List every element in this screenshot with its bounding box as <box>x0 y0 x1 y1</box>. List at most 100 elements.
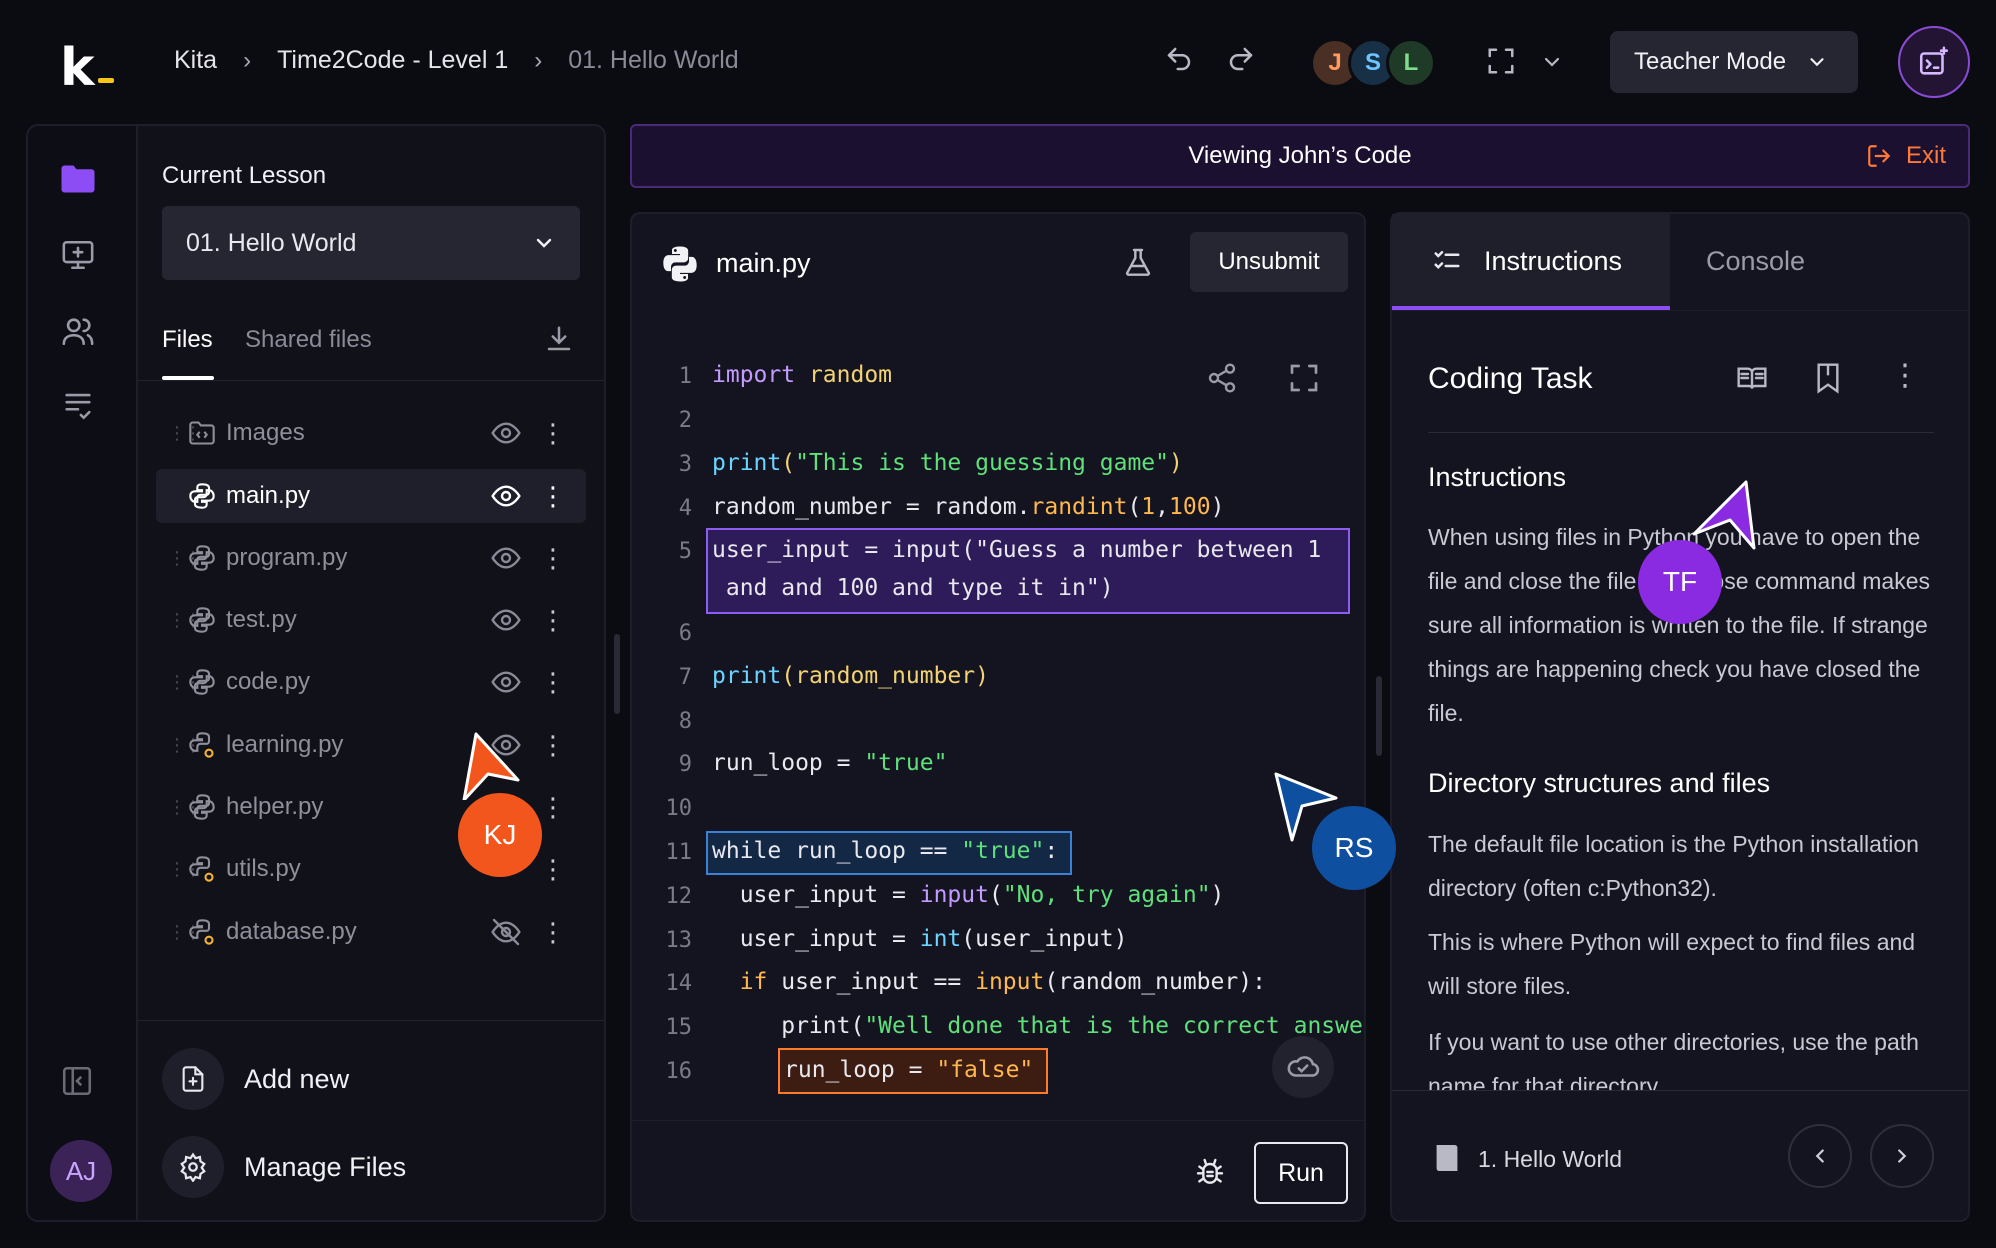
more-options-icon[interactable]: ⋮ <box>540 856 566 882</box>
breadcrumb-item-course[interactable]: Kita <box>174 46 217 75</box>
code-line-12[interactable]: user_input = input("No, try again") <box>712 882 1225 908</box>
code-line-5a[interactable]: user_input = input("Guess a number betwe… <box>712 537 1321 563</box>
checklist-icon[interactable] <box>60 388 96 422</box>
python-shared-icon <box>189 919 214 945</box>
line-number: 16 <box>665 1059 693 1084</box>
tab-shared-files[interactable]: Shared files <box>245 326 372 354</box>
more-options-icon[interactable]: ⋮ <box>540 919 566 945</box>
more-options-icon[interactable]: ⋮ <box>1890 358 1920 393</box>
more-options-icon[interactable]: ⋮ <box>540 669 566 695</box>
avatar-l[interactable]: L <box>1386 38 1436 88</box>
code-token: while run_loop == <box>712 838 962 864</box>
drag-handle-icon[interactable]: ⋮⋮ <box>168 859 202 880</box>
line-number: 10 <box>665 796 693 821</box>
run-button[interactable]: Run <box>1254 1142 1348 1204</box>
chevron-down-icon[interactable] <box>1540 50 1564 74</box>
code-line-13[interactable]: user_input = int(user_input) <box>712 926 1128 952</box>
line-number: 6 <box>678 621 692 646</box>
unsubmit-button[interactable]: Unsubmit <box>1190 232 1348 292</box>
more-options-icon[interactable]: ⋮ <box>540 794 566 820</box>
tab-instructions-label[interactable]: Instructions <box>1484 246 1622 277</box>
exit-button[interactable]: Exit <box>1866 142 1946 170</box>
tab-files[interactable]: Files <box>162 326 213 354</box>
code-token: 100 <box>1169 494 1211 520</box>
previous-button[interactable] <box>1788 1124 1852 1188</box>
code-line-3[interactable]: print("This is the guessing game") <box>712 450 1183 476</box>
redo-icon[interactable] <box>1226 44 1256 74</box>
code-token: random_number = random. <box>712 494 1031 520</box>
collaborator-avatars[interactable]: J S L <box>1310 38 1436 88</box>
app-logo[interactable]: k <box>60 38 95 98</box>
collapse-sidebar-icon[interactable] <box>60 1064 94 1098</box>
screen-add-icon[interactable] <box>60 238 96 272</box>
drag-handle-icon[interactable]: ⋮⋮ <box>168 423 202 444</box>
file-row-learning[interactable]: ⋮⋮ learning.py ⋮ <box>156 718 586 772</box>
users-icon[interactable] <box>60 314 96 348</box>
more-options-icon[interactable]: ⋮ <box>540 483 566 509</box>
code-line-16[interactable]: run_loop = "false" <box>784 1057 1033 1083</box>
more-options-icon[interactable]: ⋮ <box>540 420 566 446</box>
mode-select-label: Teacher Mode <box>1634 48 1787 75</box>
debug-bug-icon[interactable] <box>1194 1156 1226 1188</box>
fullscreen-icon[interactable] <box>1486 46 1516 76</box>
code-line-11[interactable]: while run_loop == "true": <box>712 838 1058 864</box>
code-line-14[interactable]: if user_input == input(random_number): <box>712 969 1266 995</box>
eye-icon[interactable] <box>490 480 522 512</box>
expand-icon[interactable] <box>1288 362 1320 394</box>
eye-off-icon[interactable] <box>490 916 522 948</box>
ai-assistant-button[interactable] <box>1898 26 1970 98</box>
drag-handle-icon[interactable]: ⋮⋮ <box>168 797 202 818</box>
editor-scrollbar[interactable] <box>1376 676 1382 756</box>
drag-handle-icon[interactable]: ⋮⋮ <box>168 672 202 693</box>
code-line-7[interactable]: print(random_number) <box>712 663 989 689</box>
code-line-1[interactable]: import random <box>712 362 892 388</box>
drag-handle-icon[interactable]: ⋮⋮ <box>168 610 202 631</box>
flask-icon[interactable] <box>1122 246 1154 278</box>
drag-handle-icon[interactable]: ⋮⋮ <box>168 548 202 569</box>
drag-handle-icon[interactable]: ⋮⋮ <box>168 735 202 756</box>
drag-handle-icon[interactable]: ⋮⋮ <box>168 922 202 943</box>
bookmark-icon[interactable] <box>1814 362 1842 394</box>
code-line-15[interactable]: print("Well done that is the correct ans… <box>712 1013 1364 1039</box>
user-avatar[interactable]: AJ <box>50 1140 112 1202</box>
eye-icon[interactable] <box>490 666 522 698</box>
file-row-main[interactable]: ⋮⋮ main.py ⋮ <box>156 469 586 523</box>
file-row-database[interactable]: ⋮⋮ database.py ⋮ <box>156 905 586 959</box>
files-scrollbar[interactable] <box>614 634 620 714</box>
breadcrumb-item-level[interactable]: Time2Code - Level 1 <box>277 46 508 75</box>
logo-cursor-mark <box>98 78 114 83</box>
download-icon[interactable] <box>544 324 574 354</box>
share-icon[interactable] <box>1206 362 1238 394</box>
exit-label: Exit <box>1905 142 1946 169</box>
file-row-test[interactable]: ⋮⋮ test.py ⋮ <box>156 593 586 647</box>
add-new-button[interactable]: Add new <box>162 1048 349 1110</box>
viewing-banner-text: Viewing John’s Code <box>1188 142 1412 169</box>
python-icon <box>189 545 215 571</box>
more-options-icon[interactable]: ⋮ <box>540 732 566 758</box>
tab-console[interactable]: Console <box>1706 246 1805 277</box>
eye-icon[interactable] <box>490 542 522 574</box>
lesson-select[interactable]: 01. Hello World <box>162 206 580 280</box>
file-row-program[interactable]: ⋮⋮ program.py ⋮ <box>156 531 586 585</box>
next-button[interactable] <box>1870 1124 1934 1188</box>
code-line-5b[interactable]: and and 100 and type it in") <box>712 575 1114 601</box>
file-row-code[interactable]: ⋮⋮ code.py ⋮ <box>156 655 586 709</box>
file-name: Images <box>226 419 305 446</box>
cloud-saved-icon[interactable] <box>1272 1036 1334 1098</box>
exit-icon <box>1868 145 1891 167</box>
more-options-icon[interactable]: ⋮ <box>540 545 566 571</box>
manage-files-button[interactable]: Manage Files <box>162 1136 406 1198</box>
code-token: "false" <box>936 1057 1034 1083</box>
more-options-icon[interactable]: ⋮ <box>540 607 566 633</box>
code-line-9[interactable]: run_loop = "true" <box>712 750 947 776</box>
code-token: user_input = <box>712 926 920 952</box>
code-line-4[interactable]: random_number = random.randint(1,100) <box>712 494 1224 520</box>
file-row-images[interactable]: ⋮⋮ Images ⋮ <box>156 406 586 460</box>
reader-icon[interactable] <box>1734 362 1770 394</box>
mode-select[interactable]: Teacher Mode <box>1610 31 1858 93</box>
eye-icon[interactable] <box>490 417 522 449</box>
undo-icon[interactable] <box>1164 44 1194 74</box>
eye-icon[interactable] <box>490 604 522 636</box>
folder-icon[interactable] <box>60 164 96 194</box>
chevron-right-icon: › <box>243 46 252 74</box>
